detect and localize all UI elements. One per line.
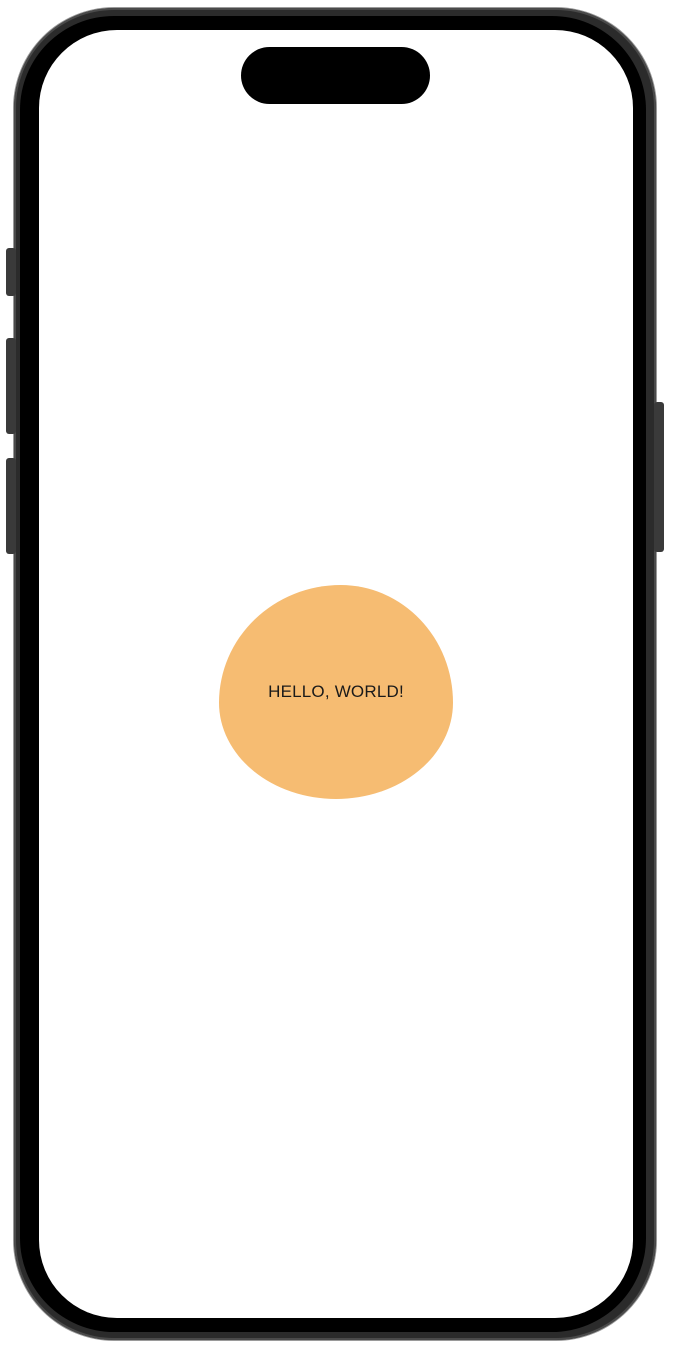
page: HELLO, WORLD! bbox=[0, 0, 673, 1347]
hello-world-label: HELLO, WORLD! bbox=[268, 682, 404, 701]
volume-down-button bbox=[6, 458, 16, 554]
app-screen: HELLO, WORLD! bbox=[39, 30, 633, 1318]
power-button bbox=[654, 402, 664, 552]
mute-switch bbox=[6, 248, 16, 296]
volume-up-button bbox=[6, 338, 16, 434]
dynamic-island bbox=[241, 47, 430, 104]
hello-blob[interactable]: HELLO, WORLD! bbox=[219, 585, 453, 799]
